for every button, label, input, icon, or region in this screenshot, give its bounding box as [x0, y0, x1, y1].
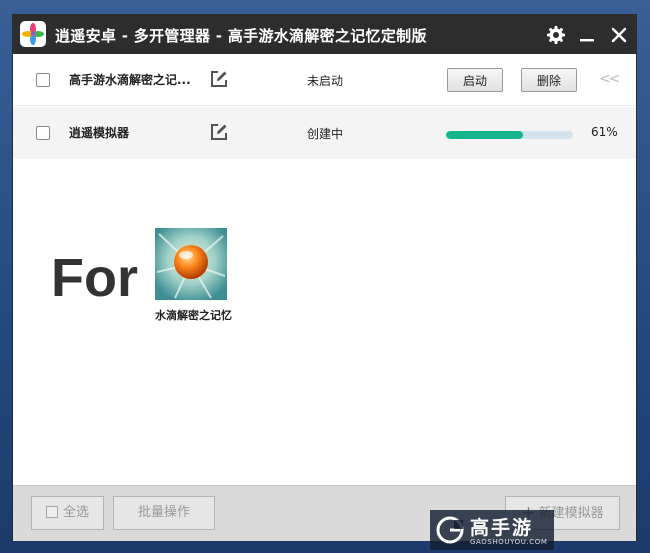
window-title: 逍遥安卓 - 多开管理器 - 高手游水滴解密之记忆定制版 [55, 27, 427, 45]
row-checkbox[interactable] [36, 126, 50, 140]
start-button[interactable]: 启动 [447, 68, 503, 92]
collapse-icon[interactable]: << [599, 71, 621, 87]
row-checkbox[interactable] [36, 73, 50, 87]
emulator-name: 高手游水滴解密之记... [69, 73, 191, 87]
game-name-label: 水滴解密之记忆 [155, 309, 232, 322]
gaoshouyou-watermark: 高手游 GAOSHOUYOU.COM [430, 510, 554, 550]
emulator-status: 创建中 [307, 127, 344, 141]
progress-fill [446, 131, 524, 139]
gear-icon[interactable] [545, 24, 567, 46]
water-drop-game-icon [155, 228, 227, 300]
emulator-row: 高手游水滴解密之记... 未启动 启动 删除 << [13, 54, 636, 106]
emulator-name: 逍遥模拟器 [69, 126, 130, 140]
xiaoyao-app-icon [20, 21, 46, 47]
minimize-icon[interactable] [576, 24, 598, 46]
edit-icon[interactable] [209, 69, 229, 89]
select-all-checkbox[interactable] [45, 506, 58, 518]
emulator-row: 逍遥模拟器 创建中 61% [13, 107, 636, 159]
edit-icon[interactable] [209, 122, 229, 142]
progress-percent: 61% [591, 125, 618, 139]
close-icon[interactable] [608, 24, 630, 46]
delete-button[interactable]: 删除 [521, 68, 577, 92]
watermark-brand-cn: 高手游 [470, 517, 534, 539]
select-all-label: 全选 [62, 505, 89, 520]
gaoshouyou-logo-icon [436, 516, 464, 544]
watermark-brand-en: GAOSHOUYOU.COM [470, 538, 548, 546]
title-bar: 逍遥安卓 - 多开管理器 - 高手游水滴解密之记忆定制版 [13, 15, 636, 54]
multi-instance-manager-window: 逍遥安卓 - 多开管理器 - 高手游水滴解密之记忆定制版 高手游水滴解密之记..… [12, 14, 637, 541]
select-all-button[interactable]: 全选 [31, 496, 104, 530]
creation-progress-bar [446, 131, 573, 139]
batch-operation-button[interactable]: 批量操作 [113, 496, 215, 530]
promo-for-text: For [51, 248, 138, 308]
emulator-status: 未启动 [307, 74, 344, 88]
